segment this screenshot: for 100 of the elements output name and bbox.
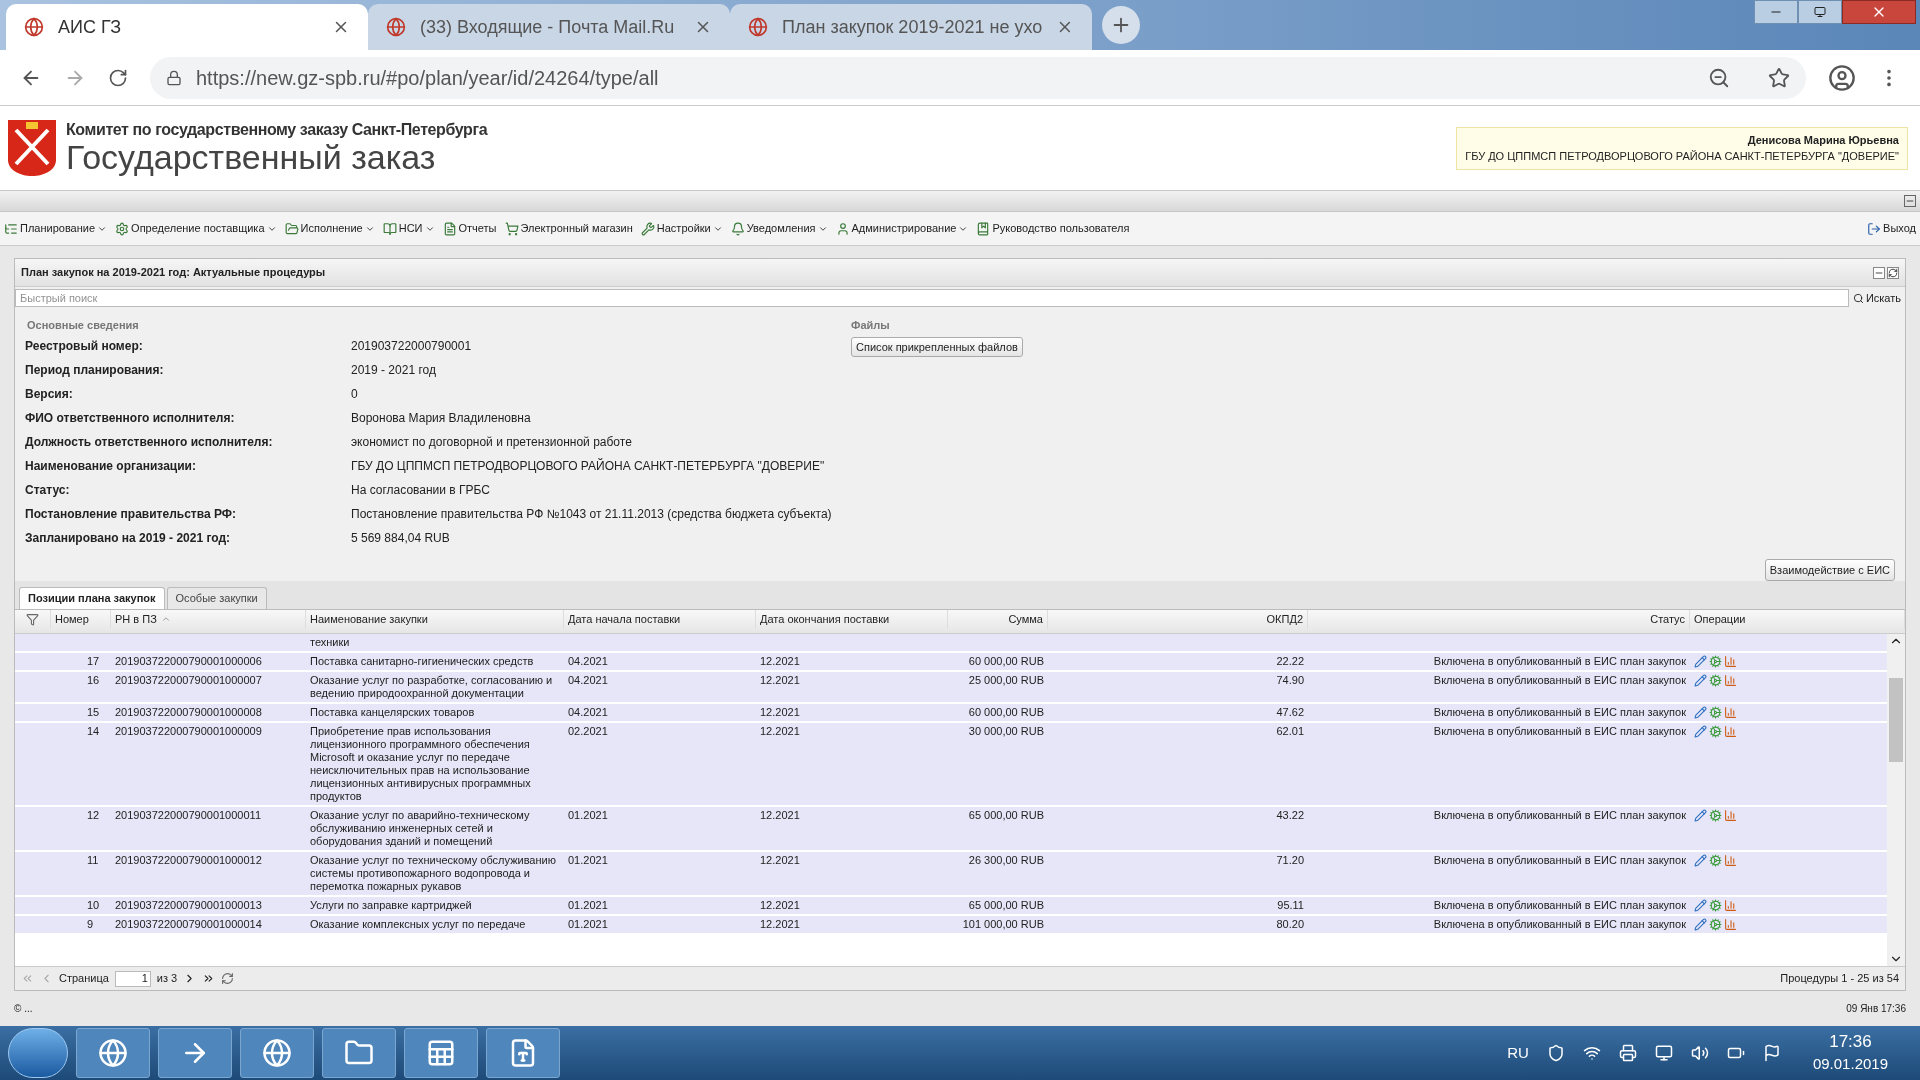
column-header[interactable]: Номер	[51, 609, 111, 630]
clock-date: 09.01.2019	[1812, 1054, 1888, 1074]
reload-icon[interactable]	[108, 67, 128, 88]
edit-icon[interactable]	[1694, 673, 1707, 687]
table-cell-text: 43.22	[1275, 808, 1305, 823]
menu-item[interactable]: Руководство пользователя	[976, 220, 1130, 237]
wifi-icon[interactable]	[1582, 1044, 1601, 1062]
browser-tab[interactable]: (33) Входящие - Почта Mail.Ru	[368, 4, 730, 50]
table-cell-text: Оказание услуг по разработке, согласованию и ведению природоохранной документации	[309, 673, 554, 700]
tab[interactable]: Позиции плана закупок	[19, 587, 165, 609]
table-cell-text: 12	[86, 808, 101, 823]
table-cell-text: Оказание услуг по техническому обслуживанию системы противопожарного водопровода и перемотка пожарных рукавов	[309, 853, 557, 893]
collapse-icon[interactable]	[1904, 195, 1916, 207]
gear-icon[interactable]	[1709, 724, 1722, 738]
printer-icon[interactable]	[1618, 1044, 1637, 1062]
language-indicator[interactable]: RU	[1507, 1041, 1529, 1065]
chart-icon[interactable]	[1724, 853, 1737, 867]
column-header[interactable]: РН в ПЗ	[111, 609, 306, 630]
files-button[interactable]: Список прикрепленных файлов	[851, 336, 1023, 357]
gear-icon[interactable]	[1709, 808, 1722, 822]
menu-item[interactable]: Электронный магазин	[504, 220, 633, 237]
address-field[interactable]: https://new.gz-spb.ru/#po/plan/year/id/24264/type/all	[150, 56, 1806, 99]
taskbar-button[interactable]	[486, 1028, 560, 1078]
gear-icon[interactable]	[1709, 673, 1722, 687]
menu-item[interactable]: Уведомления	[730, 220, 828, 237]
edit-icon[interactable]	[1694, 808, 1707, 822]
page-field[interactable]: 1	[114, 970, 151, 987]
speaker-icon[interactable]	[1690, 1044, 1709, 1062]
column-header[interactable]: Операции	[1690, 609, 1905, 630]
gear-icon[interactable]	[1709, 853, 1722, 867]
tab-title: АИС ГЗ	[58, 15, 123, 39]
zoom-icon[interactable]	[1708, 66, 1730, 89]
taskbar-button[interactable]	[76, 1028, 150, 1078]
column-header[interactable]: Статус	[1308, 609, 1690, 630]
menu-item[interactable]: Отчеты	[442, 220, 497, 237]
scrollbar-thumb[interactable]	[1889, 677, 1903, 762]
table-cell-text: 14	[86, 724, 101, 739]
menu-item[interactable]: Исполнение	[284, 220, 375, 237]
table-cell-text: 04.2021	[567, 673, 609, 688]
eis-button[interactable]: Взаимодействие с ЕИС	[1764, 558, 1895, 581]
profile-icon[interactable]	[1828, 63, 1856, 92]
search-field[interactable]: Быстрый поиск	[15, 289, 1849, 307]
table-cell-text: Включена в опубликованный в ЕИС план закупок	[1432, 705, 1687, 719]
chart-icon[interactable]	[1724, 673, 1737, 687]
shield-icon[interactable]	[1546, 1044, 1565, 1062]
bell-icon	[730, 221, 745, 236]
menu-item[interactable]: Определение поставщика	[115, 220, 277, 237]
gear-icon[interactable]	[1709, 917, 1722, 931]
column-header[interactable]: ОКПД2	[1048, 609, 1308, 630]
user-organization: ГБУ ДО ЦППМСП ПЕТРОДВОРЦОВОГО РАЙОНА САНКТ-ПЕТЕРБУРГА "ДОВЕРИЕ"	[1465, 149, 1899, 164]
monitor-icon[interactable]	[1654, 1044, 1673, 1062]
browser-tab[interactable]: План закупок 2019-2021 не ухо	[730, 4, 1092, 50]
gear-icon[interactable]	[1709, 898, 1722, 912]
column-header[interactable]: Дата начала поставки	[564, 609, 756, 630]
table-cell-text: Включена в опубликованный в ЕИС план закупок	[1432, 654, 1687, 668]
refresh-icon[interactable]	[221, 972, 235, 985]
edit-icon[interactable]	[1694, 853, 1707, 867]
chart-icon[interactable]	[1724, 898, 1737, 912]
edit-icon[interactable]	[1694, 724, 1707, 738]
edit-icon[interactable]	[1694, 898, 1707, 912]
menu-item[interactable]: Настройки	[640, 220, 723, 237]
browser-tab[interactable]: АИС ГЗ	[6, 4, 368, 50]
edit-icon[interactable]	[1694, 705, 1707, 719]
flag-icon[interactable]	[1762, 1044, 1781, 1062]
taskbar-button[interactable]	[404, 1028, 478, 1078]
logout-link[interactable]: Выход	[1867, 220, 1916, 237]
chart-icon[interactable]	[1724, 724, 1737, 738]
table-cell-text: 201903722000790001000009	[114, 724, 263, 739]
minimize-button[interactable]	[1754, 0, 1798, 24]
clock-time: 17:36	[1829, 1031, 1872, 1053]
refresh-icon[interactable]	[1887, 266, 1899, 279]
collapse-icon[interactable]	[1873, 266, 1885, 279]
edit-icon[interactable]	[1694, 917, 1707, 931]
taskbar-button[interactable]	[322, 1028, 396, 1078]
field-label: Постановление правительства РФ:	[25, 505, 237, 523]
edit-icon[interactable]	[1694, 654, 1707, 668]
search-button[interactable]: Искать	[1852, 289, 1901, 307]
new-tab-button[interactable]	[1102, 6, 1140, 44]
gear-icon[interactable]	[1709, 705, 1722, 719]
chart-icon[interactable]	[1724, 705, 1737, 719]
column-header[interactable]: Дата окончания поставки	[756, 609, 948, 630]
column-header[interactable]: Наименование закупки	[306, 609, 564, 630]
gear-icon[interactable]	[1709, 654, 1722, 668]
taskbar-button[interactable]	[240, 1028, 314, 1078]
taskbar-button[interactable]	[158, 1028, 232, 1078]
tab[interactable]: Особые закупки	[166, 587, 267, 609]
filter-icon[interactable]	[26, 612, 39, 626]
field-label: Должность ответственного исполнителя:	[25, 433, 274, 451]
star-icon[interactable]	[1768, 66, 1790, 89]
chart-icon[interactable]	[1724, 654, 1737, 668]
menu-item[interactable]: Планирование	[4, 220, 108, 237]
menu-item[interactable]: Администрирование	[835, 220, 969, 237]
close-button[interactable]	[1842, 0, 1916, 24]
start-button[interactable]	[8, 1028, 68, 1078]
column-header[interactable]: Сумма	[948, 609, 1048, 630]
restore-button[interactable]	[1798, 0, 1842, 24]
menu-item[interactable]: НСИ	[382, 220, 435, 237]
chart-icon[interactable]	[1724, 917, 1737, 931]
chart-icon[interactable]	[1724, 808, 1737, 822]
document-icon	[442, 221, 457, 236]
